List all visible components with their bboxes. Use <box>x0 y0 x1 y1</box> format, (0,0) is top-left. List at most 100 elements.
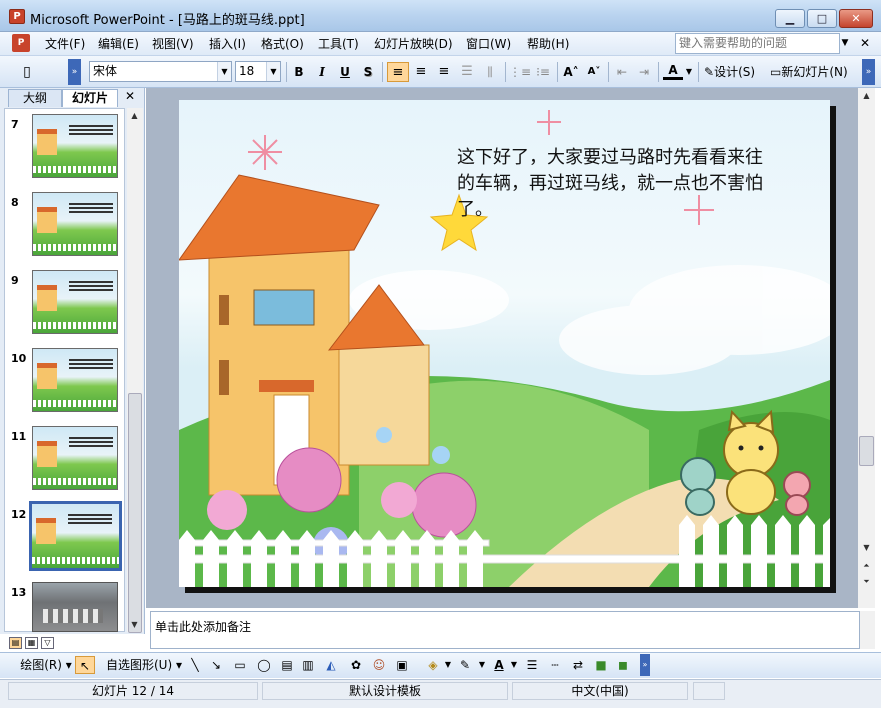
italic-button[interactable]: I <box>313 62 331 82</box>
slide-number: 10 <box>11 352 27 365</box>
dash-style-icon[interactable]: ┄ <box>547 656 563 674</box>
scroll-up-icon[interactable]: ▲ <box>127 108 142 123</box>
increase-indent-icon[interactable]: ⇥ <box>634 62 654 82</box>
bold-button[interactable]: B <box>290 62 308 82</box>
scroll-down-icon[interactable]: ▼ <box>127 617 142 632</box>
normal-view-icon[interactable]: ▤ <box>9 637 22 649</box>
maximize-button[interactable]: □ <box>807 9 837 28</box>
arrow-icon[interactable]: ↘ <box>209 656 223 674</box>
align-right-icon[interactable]: ≡ <box>433 62 455 82</box>
underline-button[interactable]: U <box>336 62 354 82</box>
chevron-down-icon[interactable]: ▼ <box>217 62 231 81</box>
line-color-icon[interactable]: ✎ <box>457 656 473 674</box>
scrollbar-thumb[interactable] <box>859 436 874 466</box>
line-style-icon[interactable]: ☰ <box>524 656 540 674</box>
menu-help[interactable]: 帮助(H) <box>527 36 569 52</box>
slide-number: 12 <box>11 508 27 521</box>
window-title: Microsoft PowerPoint - [马路上的斑马线.ppt] <box>30 13 305 28</box>
close-button[interactable]: ✕ <box>839 9 873 28</box>
menu-edit[interactable]: 编辑(E) <box>98 36 139 52</box>
clipart-icon[interactable]: ☺ <box>371 656 387 674</box>
slide-thumbnail-11[interactable] <box>32 426 118 490</box>
scroll-down-icon[interactable]: ▼ <box>859 540 874 555</box>
powerpoint-icon[interactable]: P <box>9 9 25 24</box>
new-document-icon[interactable]: ▯ <box>14 62 40 82</box>
previous-slide-icon[interactable]: ⏶ <box>859 558 874 573</box>
chevron-down-icon[interactable]: ▼ <box>838 34 852 53</box>
scroll-up-icon[interactable]: ▲ <box>859 88 874 103</box>
slide-scrollbar[interactable]: ▲ ▼ ⏶ ⏷ <box>858 88 875 608</box>
wordart-icon[interactable]: ◭ <box>323 656 339 674</box>
slide-thumbnail-12-selected[interactable] <box>29 501 122 571</box>
next-slide-icon[interactable]: ⏷ <box>859 574 874 589</box>
toolbar-divider <box>658 62 659 82</box>
notes-scrollbar[interactable] <box>860 611 875 649</box>
vertical-textbox-icon[interactable]: ▥ <box>301 656 315 674</box>
status-design-template[interactable]: 默认设计模板 <box>262 682 508 700</box>
decrease-indent-icon[interactable]: ⇤ <box>612 62 632 82</box>
increase-font-icon[interactable]: A˄ <box>561 62 581 82</box>
thumbnail-scrollbar[interactable]: ▲ ▼ <box>127 108 143 633</box>
notes-pane[interactable]: 单击此处添加备注 <box>150 611 860 649</box>
chevron-down-icon[interactable]: ▼ <box>266 62 280 81</box>
chevron-down-icon[interactable]: ▼ <box>478 656 486 674</box>
chevron-down-icon[interactable]: ▼ <box>684 62 694 82</box>
fill-color-icon[interactable]: ◈ <box>425 656 441 674</box>
slide-text-box[interactable]: 这下好了，大家要过马路时先看看来往的车辆，再过斑马线，就一点也不害怕了。 <box>457 145 767 223</box>
bullets-icon[interactable]: ⁝≡ <box>532 62 554 82</box>
help-search-input[interactable]: 键入需要帮助的问题 <box>675 33 840 54</box>
new-slide-button[interactable]: ▭新幻灯片(N) <box>770 62 858 82</box>
close-pane-icon[interactable]: ✕ <box>125 89 135 103</box>
rectangle-icon[interactable]: ▭ <box>232 656 248 674</box>
close-document-icon[interactable]: ✕ <box>860 36 870 50</box>
menu-insert[interactable]: 插入(I) <box>209 36 246 52</box>
font-color-button[interactable]: A <box>663 62 683 80</box>
oval-icon[interactable]: ◯ <box>255 656 273 674</box>
arrow-style-icon[interactable]: ⇄ <box>570 656 586 674</box>
align-center-icon[interactable]: ≡ <box>410 62 432 82</box>
decrease-font-icon[interactable]: A˅ <box>584 62 604 82</box>
menu-view[interactable]: 视图(V) <box>152 36 194 52</box>
tab-outline[interactable]: 大纲 <box>8 89 62 107</box>
slideshow-view-icon[interactable]: ▽ <box>41 637 54 649</box>
shadow-style-icon[interactable]: ■ <box>594 656 608 674</box>
toolbar-options-icon[interactable]: » <box>640 654 650 676</box>
select-pointer-icon[interactable]: ↖ <box>75 656 95 674</box>
design-button[interactable]: ✎设计(S) <box>704 62 766 82</box>
numbering-icon[interactable]: ⋮≡ <box>509 62 531 82</box>
3d-style-icon[interactable]: ◼ <box>616 656 630 674</box>
slide-sorter-icon[interactable]: ▦ <box>25 637 38 649</box>
align-left-icon[interactable]: ≡ <box>387 62 409 82</box>
menu-slideshow[interactable]: 幻灯片放映(D) <box>374 36 453 52</box>
chevron-down-icon[interactable]: ▼ <box>510 656 518 674</box>
menu-format[interactable]: 格式(O) <box>261 36 304 52</box>
font-size-select[interactable]: 18 ▼ <box>235 61 281 82</box>
textbox-icon[interactable]: ▤ <box>280 656 294 674</box>
draw-menu-button[interactable]: 绘图(R) ▾ <box>18 656 74 674</box>
distribute-icon[interactable]: ⫼ <box>479 62 501 82</box>
document-icon[interactable]: P <box>12 34 30 52</box>
scrollbar-thumb[interactable] <box>128 393 142 633</box>
menu-window[interactable]: 窗口(W) <box>466 36 511 52</box>
chevron-down-icon[interactable]: ▼ <box>444 656 452 674</box>
autoshapes-menu-button[interactable]: 自选图形(U) ▾ <box>103 656 185 674</box>
slide-thumbnail-8[interactable] <box>32 192 118 256</box>
slide-thumbnail-7[interactable] <box>32 114 118 178</box>
menu-tools[interactable]: 工具(T) <box>318 36 359 52</box>
menu-file[interactable]: 文件(F) <box>45 36 85 52</box>
font-name-select[interactable]: 宋体 ▼ <box>89 61 232 82</box>
line-icon[interactable]: ╲ <box>188 656 202 674</box>
shadow-button[interactable]: S <box>359 62 377 82</box>
drawing-font-color-icon[interactable]: A <box>492 656 506 674</box>
justify-icon[interactable]: ☰ <box>456 62 478 82</box>
diagram-icon[interactable]: ✿ <box>348 656 364 674</box>
picture-icon[interactable]: ▣ <box>394 656 410 674</box>
toolbar-options-icon[interactable]: » <box>862 59 875 85</box>
slide-thumbnail-9[interactable] <box>32 270 118 334</box>
slide-canvas[interactable]: 这下好了，大家要过马路时先看看来往的车辆，再过斑马线，就一点也不害怕了。 <box>179 100 830 587</box>
tab-slides[interactable]: 幻灯片 <box>62 89 118 107</box>
slide-thumbnail-13[interactable] <box>32 582 118 632</box>
minimize-button[interactable]: ▁ <box>775 9 805 28</box>
toolbar-options-icon[interactable]: » <box>68 59 81 85</box>
slide-thumbnail-10[interactable] <box>32 348 118 412</box>
